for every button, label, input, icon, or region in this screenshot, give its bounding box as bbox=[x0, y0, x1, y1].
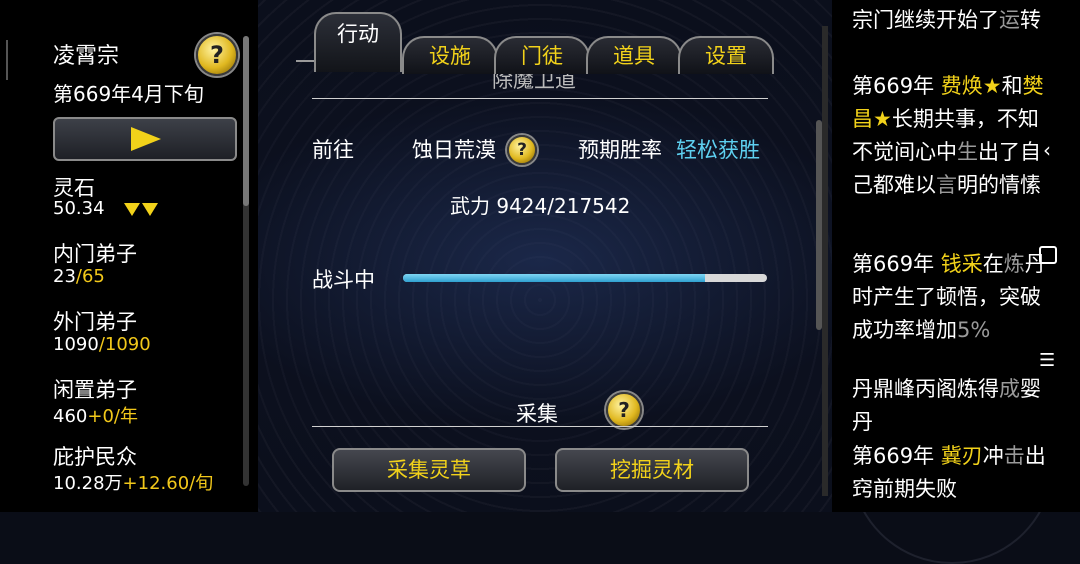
square-icon[interactable] bbox=[1039, 246, 1057, 264]
dig-materials-button[interactable]: 挖掘灵材 bbox=[555, 448, 749, 492]
help-icon[interactable]: ? bbox=[507, 135, 537, 165]
edge-marker bbox=[6, 40, 8, 80]
gather-title: 采集 bbox=[516, 402, 558, 426]
resource-value: 23/65 bbox=[53, 266, 105, 287]
resource-value: 1090/1090 bbox=[53, 334, 151, 355]
expected-win-label: 预期胜率 bbox=[578, 138, 662, 162]
tab-items[interactable]: 道具 bbox=[586, 36, 682, 74]
expected-win-value: 轻松获胜 bbox=[676, 138, 760, 162]
decrease-arrow-icon bbox=[142, 202, 159, 216]
log-entry: 第669年 费焕★和樊昌★长期共事，不知不觉间心中生出了自己都难以言明的情愫 bbox=[852, 70, 1052, 202]
decrease-arrow-icon bbox=[124, 202, 141, 216]
help-icon[interactable]: ? bbox=[606, 392, 642, 428]
tab-settings[interactable]: 设置 bbox=[678, 36, 774, 74]
gather-herbs-button[interactable]: 采集灵草 bbox=[332, 448, 526, 492]
log-entry: 宗门继续开始了运转 bbox=[852, 4, 1052, 37]
divider bbox=[312, 98, 768, 99]
battle-status: 战斗中 bbox=[312, 268, 375, 292]
tab-disciples[interactable]: 门徒 bbox=[494, 36, 590, 74]
destination[interactable]: 蚀日荒漠 bbox=[412, 134, 496, 164]
resource-label: 外门弟子 bbox=[53, 310, 137, 334]
log-entry: 第669年 钱采在炼丹时产生了顿悟，突破成功率增加5% bbox=[852, 248, 1052, 347]
resource-label: 闲置弟子 bbox=[53, 378, 137, 402]
tab-facilities[interactable]: 设施 bbox=[402, 36, 498, 74]
log-text: 费焕★ bbox=[940, 74, 1002, 98]
log-text: 运 bbox=[999, 8, 1020, 32]
power-readout: 武力 9424/217542 bbox=[450, 194, 631, 218]
resource-label: 庇护民众 bbox=[53, 445, 137, 469]
go-label: 前往 bbox=[312, 138, 354, 162]
play-icon bbox=[131, 127, 161, 151]
menu-icon[interactable]: ☰ bbox=[1039, 350, 1055, 371]
divider bbox=[312, 426, 768, 427]
back-icon[interactable]: ‹ bbox=[1043, 138, 1051, 162]
log-text: 在 bbox=[982, 252, 1004, 276]
tab-action[interactable]: 行动 bbox=[314, 12, 402, 72]
log-text: 明的情愫 bbox=[957, 173, 1041, 197]
log-text: 第669年 bbox=[852, 444, 941, 468]
log-text: 转 bbox=[1020, 8, 1041, 32]
resource-value: 10.28万+12.60/旬 bbox=[53, 473, 214, 494]
progress-fill bbox=[403, 274, 706, 282]
game-date: 第669年4月下旬 bbox=[53, 82, 204, 106]
log-text: 第669年 bbox=[852, 252, 941, 276]
log-text: 丹鼎峰丙阁炼得 bbox=[852, 377, 999, 401]
help-icon[interactable]: ? bbox=[196, 34, 238, 76]
log-scrollbar[interactable] bbox=[822, 26, 828, 496]
scrollbar-thumb[interactable] bbox=[243, 36, 249, 206]
log-entry: 第669年 冀刃冲击出窍前期失败 bbox=[852, 440, 1052, 506]
log-text: 炼 bbox=[1003, 252, 1025, 276]
log-text: 冀刃 bbox=[940, 444, 983, 468]
log-text: 5% bbox=[957, 318, 991, 342]
log-text: 言 bbox=[936, 173, 957, 197]
resource-value: 460+0/年 bbox=[53, 406, 138, 427]
log-text: 钱采 bbox=[940, 252, 983, 276]
sect-name: 凌霄宗 bbox=[53, 44, 120, 69]
log-text: 击 bbox=[1003, 444, 1025, 468]
battle-progress-bar bbox=[403, 274, 767, 282]
resource-label: 内门弟子 bbox=[53, 242, 137, 266]
log-text: 第669年 bbox=[852, 74, 941, 98]
mission-header: 除魔卫道 bbox=[492, 74, 576, 92]
log-entry: 丹鼎峰丙阁炼得成婴丹 bbox=[852, 373, 1052, 439]
log-text: 成 bbox=[999, 377, 1020, 401]
resource-value: 50.34 bbox=[53, 198, 159, 219]
log-text: 冲 bbox=[982, 444, 1004, 468]
play-button[interactable] bbox=[53, 117, 237, 161]
log-text: 生 bbox=[957, 140, 978, 164]
log-text: 宗门继续开始了 bbox=[852, 8, 999, 32]
log-text: 和 bbox=[1001, 74, 1023, 98]
sidebar-scrollbar[interactable] bbox=[243, 36, 249, 486]
